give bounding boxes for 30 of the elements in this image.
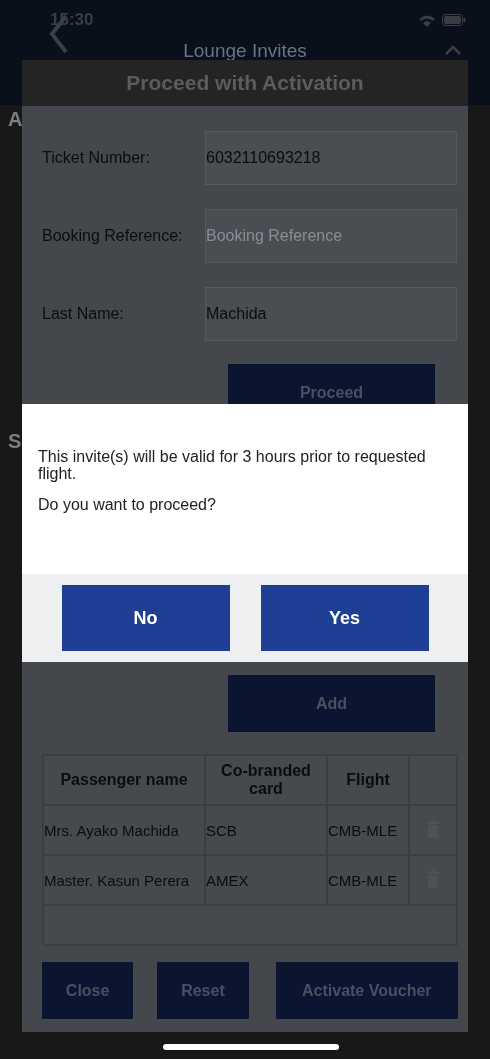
column-header: Passenger name [43, 755, 205, 805]
page-title: Lounge Invites [183, 42, 307, 60]
battery-icon [442, 14, 466, 26]
modal-button[interactable]: Activate Voucher [275, 962, 458, 1019]
alert-message: This invite(s) will be valid for 3 hours prior to requested flight. [38, 448, 427, 482]
table-cell: AMEX [205, 855, 327, 905]
input-field[interactable]: Machida [205, 287, 457, 341]
alert-button[interactable]: Yes [260, 585, 429, 651]
table-cell: CMB-MLE [327, 805, 409, 855]
table-cell: Master. Kasun Perera [43, 855, 205, 905]
modal-button[interactable]: Close [42, 962, 134, 1019]
table-cell: SCB [205, 805, 327, 855]
input-field[interactable]: Booking Reference [205, 209, 457, 263]
field-label: Ticket Number: [42, 149, 151, 167]
chevron-up-icon[interactable] [444, 44, 462, 56]
column-header: Flight [327, 755, 409, 805]
section-heading: S [8, 430, 22, 453]
field-label: Last Name: [42, 305, 125, 323]
section-heading: A [8, 108, 23, 131]
wifi-icon [418, 13, 436, 27]
column-header: Co-branded card [205, 755, 327, 805]
add-button[interactable]: Add [228, 675, 435, 732]
alert-question: Do you want to proceed? [38, 496, 217, 513]
modal-title: Proceed with Activation [22, 60, 468, 106]
table-cell: Mrs. Ayako Machida [43, 805, 205, 855]
field-label: Booking Reference: [42, 227, 184, 245]
modal-button[interactable]: Reset [157, 962, 249, 1019]
input-field[interactable]: 6032110693218 [205, 131, 457, 185]
alert-button[interactable]: No [61, 585, 230, 651]
table-cell: CMB-MLE [327, 855, 409, 905]
